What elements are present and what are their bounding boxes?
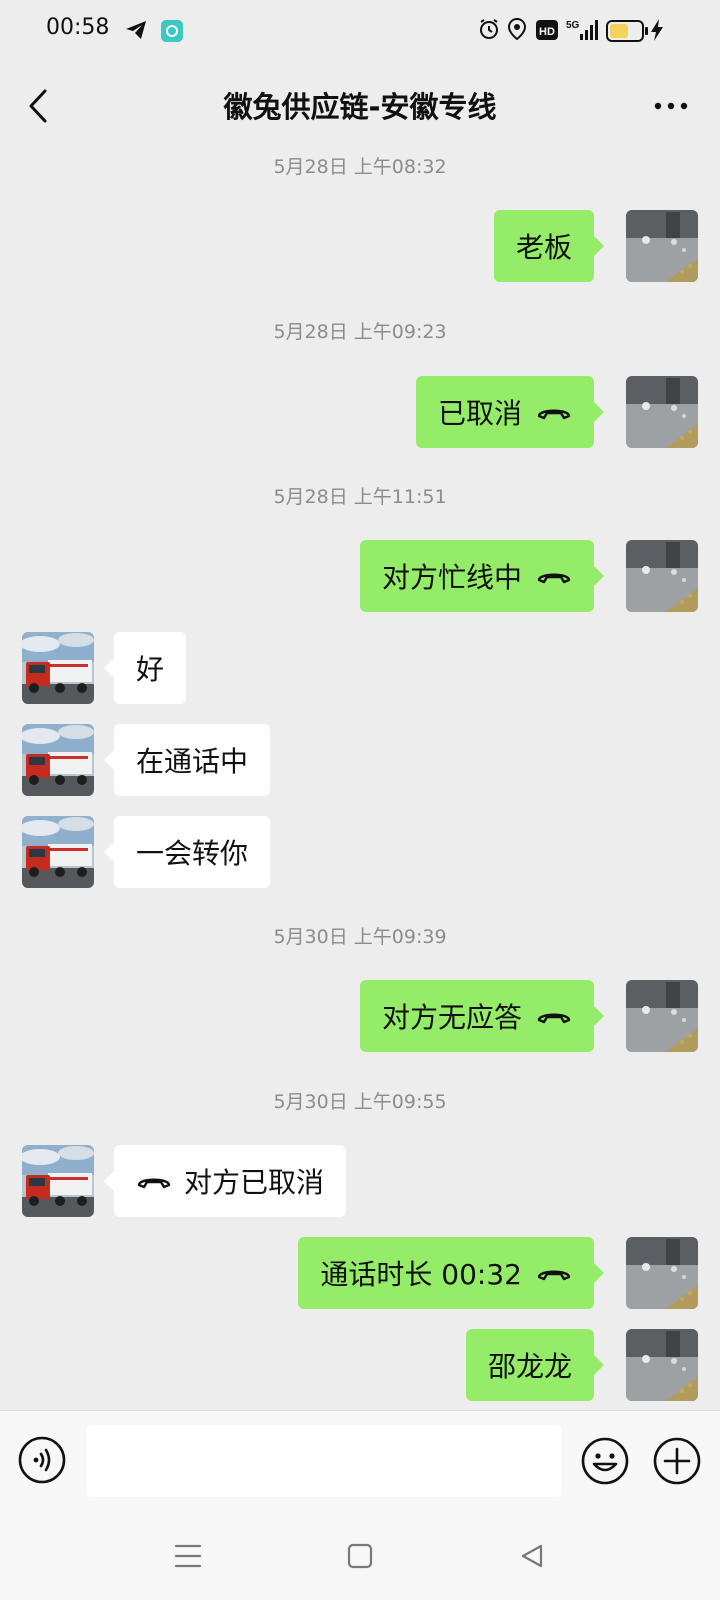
system-navigation-bar — [0, 1510, 720, 1600]
message-text: 对方忙线中 — [381, 561, 522, 594]
sent-call-bubble[interactable]: 已取消 — [415, 376, 605, 448]
message-input[interactable] — [86, 1425, 562, 1497]
message-list[interactable]: 5月28日 上午08:32 老板 5月28日 上午09:23 已取消 5月28日… — [0, 148, 720, 1410]
timestamp: 5月30日 上午09:55 — [273, 1091, 447, 1113]
hd-icon: HD — [536, 20, 558, 44]
message-text: 对方已取消 — [184, 1166, 325, 1199]
sent-message-bubble[interactable]: 邵龙龙 — [465, 1329, 605, 1401]
status-bar: 00:58 HD 5G — [0, 0, 720, 64]
timestamp: 5月28日 上午11:51 — [273, 486, 447, 508]
contact-avatar[interactable] — [22, 632, 94, 704]
chat-header: 徽兔供应链-安徽专线 — [0, 64, 720, 148]
sent-call-bubble[interactable]: 对方无应答 — [359, 980, 605, 1052]
message-text: 已取消 — [437, 397, 522, 430]
voice-button[interactable] — [18, 1436, 66, 1484]
received-call-bubble[interactable]: 对方已取消 — [103, 1145, 347, 1217]
hang-up-phone-icon — [137, 1178, 171, 1189]
message-text: 在通话中 — [136, 745, 249, 778]
chat-title: 徽兔供应链-安徽专线 — [223, 90, 497, 124]
charging-icon — [650, 18, 664, 46]
svg-text:5G: 5G — [566, 20, 580, 31]
more-features-button[interactable] — [652, 1436, 702, 1486]
status-time: 00:58 — [46, 15, 110, 40]
message-text: 好 — [136, 653, 165, 686]
emoji-icon — [581, 1437, 629, 1485]
message-text: 对方无应答 — [381, 1001, 522, 1034]
message-text: 通话时长 00:32 — [320, 1258, 522, 1291]
my-avatar[interactable] — [626, 980, 698, 1052]
received-message-bubble[interactable]: 一会转你 — [103, 816, 271, 888]
more-button[interactable] — [646, 84, 696, 128]
timestamp: 5月28日 上午09:23 — [273, 321, 447, 343]
sent-call-bubble[interactable]: 对方忙线中 — [359, 540, 605, 612]
message-text: 一会转你 — [136, 837, 249, 870]
hang-up-phone-icon — [537, 1013, 571, 1024]
app-notification-icon — [160, 19, 184, 47]
svg-text:HD: HD — [539, 26, 555, 38]
battery-icon — [606, 20, 650, 46]
5g-signal-icon: 5G — [566, 18, 600, 46]
system-back-button[interactable] — [514, 1538, 550, 1574]
voice-input-icon — [18, 1436, 66, 1484]
menu-icon — [174, 1544, 202, 1568]
timestamp: 5月30日 上午09:39 — [273, 926, 447, 948]
alarm-icon — [478, 18, 500, 44]
back-triangle-icon — [521, 1544, 543, 1568]
home-button[interactable] — [342, 1538, 378, 1574]
received-message-bubble[interactable]: 好 — [103, 632, 187, 704]
more-dots-icon — [654, 102, 688, 110]
my-avatar[interactable] — [626, 1237, 698, 1309]
plus-circle-icon — [653, 1437, 701, 1485]
message-text: 老板 — [515, 231, 572, 264]
emoji-button[interactable] — [580, 1436, 630, 1486]
sent-call-bubble[interactable]: 通话时长 00:32 — [298, 1237, 604, 1309]
contact-avatar[interactable] — [22, 1145, 94, 1217]
contact-avatar[interactable] — [22, 724, 94, 796]
message-text: 邵龙龙 — [487, 1350, 572, 1383]
my-avatar[interactable] — [626, 210, 698, 282]
contact-avatar[interactable] — [22, 816, 94, 888]
received-message-bubble[interactable]: 在通话中 — [103, 724, 271, 796]
my-avatar[interactable] — [626, 376, 698, 448]
menu-button[interactable] — [170, 1538, 206, 1574]
timestamp: 5月28日 上午08:32 — [273, 156, 447, 178]
my-avatar[interactable] — [626, 1329, 698, 1401]
location-icon — [507, 17, 527, 44]
input-bar — [0, 1410, 720, 1511]
sent-message-bubble[interactable]: 老板 — [493, 210, 605, 282]
my-avatar[interactable] — [626, 540, 698, 612]
hang-up-phone-icon — [537, 1270, 571, 1281]
telegram-icon — [124, 18, 148, 46]
hang-up-phone-icon — [537, 409, 571, 420]
home-square-icon — [347, 1543, 373, 1569]
hang-up-phone-icon — [537, 573, 571, 584]
